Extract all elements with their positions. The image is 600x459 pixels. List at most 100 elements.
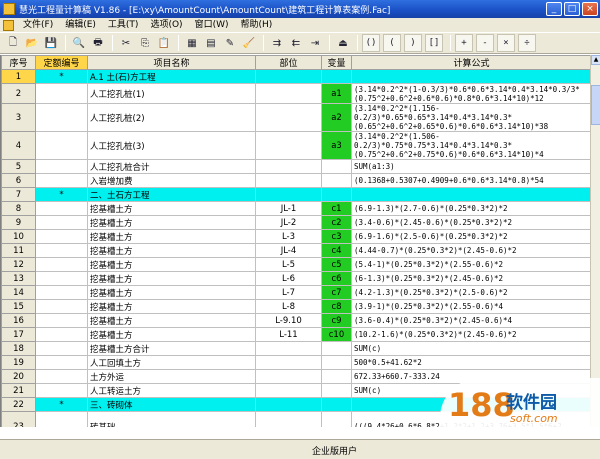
formula-cell[interactable]: (10.2-1.6)*(0.25*0.3*2)*(2.45-0.6)*2 — [351, 327, 590, 342]
variable-cell[interactable]: a3 — [321, 131, 352, 160]
scroll-up-icon[interactable]: ▲ — [591, 55, 600, 65]
table-row[interactable]: 10 挖基槽土方 L-3 c3 (6.9-1.6)*(2.5-0.6)*(0.25*0.… — [1, 229, 590, 244]
formula-cell[interactable]: (5.4-1)*(0.25*0.3*2)*(2.55-0.6)*2 — [351, 257, 590, 272]
item-name-cell[interactable]: 人工挖孔桩合计 — [87, 159, 256, 174]
position-cell[interactable]: L-3 — [255, 229, 322, 244]
variable-cell[interactable] — [321, 383, 352, 398]
insert-left-paren-button[interactable]: ( — [383, 34, 401, 52]
item-name-cell[interactable]: 挖基槽土方 — [87, 243, 256, 258]
variable-cell[interactable] — [321, 411, 352, 427]
column-header-code[interactable]: 定额编号 — [35, 55, 88, 70]
quota-code-cell[interactable] — [35, 411, 88, 427]
position-cell[interactable] — [255, 159, 322, 174]
quota-code-cell[interactable] — [35, 131, 88, 160]
table-row[interactable]: 19 人工回填土方 500*0.5+41.62*2 — [1, 355, 590, 370]
quota-code-cell[interactable] — [35, 299, 88, 314]
append-row-icon[interactable]: ⇥ — [306, 34, 324, 52]
position-cell[interactable] — [255, 69, 322, 84]
formula-cell[interactable]: (3.14*0.2^2*(1.156-0.2/3)*0.65*0.65*3.14… — [351, 103, 590, 132]
paste-icon[interactable]: 📋 — [155, 34, 173, 52]
variable-cell[interactable] — [321, 355, 352, 370]
table-row[interactable]: 15 挖基槽土方 L-8 c8 (3.9-1)*(0.25*0.3*2)*(2.55-0… — [1, 299, 590, 314]
variable-cell[interactable] — [321, 187, 352, 202]
position-cell[interactable]: L-11 — [255, 327, 322, 342]
quota-code-cell[interactable] — [35, 243, 88, 258]
position-cell[interactable]: JL-4 — [255, 243, 322, 258]
calculate-icon[interactable]: ▤ — [202, 34, 220, 52]
print-preview-icon[interactable]: 🔍 — [70, 34, 88, 52]
table-row[interactable]: 18 挖基槽土方合计 SUM(c) — [1, 341, 590, 356]
quota-code-cell[interactable] — [35, 83, 88, 104]
position-cell[interactable]: JL-1 — [255, 201, 322, 216]
copy-icon[interactable]: ⎘ — [136, 34, 154, 52]
item-name-cell[interactable]: 人工挖孔桩(3) — [87, 131, 256, 160]
quota-code-cell[interactable] — [35, 341, 88, 356]
print-icon[interactable]: 🖶 — [89, 34, 107, 52]
quota-code-cell[interactable] — [35, 327, 88, 342]
item-name-cell[interactable]: 挖基槽土方 — [87, 285, 256, 300]
clear-icon[interactable]: 🧹 — [240, 34, 258, 52]
menu-tools[interactable]: 工具(T) — [102, 18, 145, 32]
variable-cell[interactable]: a2 — [321, 103, 352, 132]
position-cell[interactable] — [255, 131, 322, 160]
item-name-cell[interactable]: 土方外运 — [87, 369, 256, 384]
insert-bracket-button[interactable]: [] — [425, 34, 443, 52]
insert-right-paren-button[interactable]: ) — [404, 34, 422, 52]
variable-cell[interactable] — [321, 341, 352, 356]
formula-cell[interactable]: (3.6-0.4)*(0.25*0.3*2)*(2.45-0.6)*4 — [351, 313, 590, 328]
open-folder-icon[interactable]: 📂 — [23, 34, 41, 52]
formula-cell[interactable]: SUM(c) — [351, 341, 590, 356]
divide-button[interactable]: ÷ — [518, 34, 536, 52]
position-cell[interactable] — [255, 369, 322, 384]
variable-cell[interactable]: c5 — [321, 257, 352, 272]
variable-cell[interactable] — [321, 173, 352, 188]
quota-code-cell[interactable] — [35, 313, 88, 328]
table-icon[interactable]: ▦ — [183, 34, 201, 52]
position-cell[interactable]: JL-2 — [255, 215, 322, 230]
formula-cell[interactable] — [351, 69, 590, 84]
plus-button[interactable]: + — [455, 34, 473, 52]
table-row[interactable]: 16 挖基槽土方 L-9.10 c9 (3.6-0.4)*(0.25*0.3*2)*(2… — [1, 313, 590, 328]
formula-cell[interactable]: (6-1.3)*(0.25*0.3*2)*(2.45-0.6)*2 — [351, 271, 590, 286]
save-icon[interactable]: 💾 — [42, 34, 60, 52]
formula-cell[interactable]: (3.4-0.6)*(2.45-0.6)*(0.25*0.3*2)*2 — [351, 215, 590, 230]
position-cell[interactable]: L-7 — [255, 285, 322, 300]
section-row[interactable]: 7 * 二、土石方工程 — [1, 187, 590, 202]
item-name-cell[interactable]: 挖基槽土方 — [87, 215, 256, 230]
variable-cell[interactable]: c8 — [321, 299, 352, 314]
item-name-cell[interactable]: 挖基槽土方 — [87, 327, 256, 342]
variable-cell[interactable]: c7 — [321, 285, 352, 300]
item-name-cell[interactable]: 挖基槽土方合计 — [87, 341, 256, 356]
item-name-cell[interactable]: A.1 土(石)方工程 — [87, 69, 256, 84]
table-row[interactable]: 9 挖基槽土方 JL-2 c2 (3.4-0.6)*(2.45-0.6)*(0.25*0… — [1, 215, 590, 230]
table-row[interactable]: 2 人工挖孔桩(1) a1 (3.14*0.2^2*(1-0.3/3)*0.6*0.6… — [1, 83, 590, 104]
table-row[interactable]: 3 人工挖孔桩(2) a2 (3.14*0.2^2*(1.156-0.2/3)*0.6… — [1, 103, 590, 132]
close-button[interactable]: × — [582, 2, 598, 16]
scroll-thumb[interactable] — [591, 85, 600, 125]
minus-button[interactable]: - — [476, 34, 494, 52]
quota-code-cell[interactable] — [35, 173, 88, 188]
exit-icon[interactable]: ⏏ — [334, 34, 352, 52]
item-name-cell[interactable]: 人工转运土方 — [87, 383, 256, 398]
table-row[interactable]: 17 挖基槽土方 L-11 c10 (10.2-1.6)*(0.25*0.3*2)*(2… — [1, 327, 590, 342]
variable-cell[interactable] — [321, 69, 352, 84]
item-name-cell[interactable]: 挖基槽土方 — [87, 271, 256, 286]
delete-row-icon[interactable]: ⇇ — [287, 34, 305, 52]
variable-cell[interactable] — [321, 369, 352, 384]
formula-cell[interactable]: (3.9-1)*(0.25*0.3*2)*(2.55-0.6)*4 — [351, 299, 590, 314]
menu-edit[interactable]: 编辑(E) — [59, 18, 102, 32]
quota-code-cell[interactable] — [35, 383, 88, 398]
table-row[interactable]: 14 挖基槽土方 L-7 c7 (4.2-1.3)*(0.25*0.3*2)*(2.5-… — [1, 285, 590, 300]
item-name-cell[interactable]: 砖基础 — [87, 411, 256, 427]
minimize-button[interactable]: _ — [546, 2, 562, 16]
position-cell[interactable] — [255, 103, 322, 132]
menu-window[interactable]: 窗口(W) — [189, 18, 235, 32]
formula-cell[interactable]: (4.2-1.3)*(0.25*0.3*2)*(2.5-0.6)*2 — [351, 285, 590, 300]
formula-cell[interactable]: (3.14*0.2^2*(1-0.3/3)*0.6*0.6*3.14*0.4*3… — [351, 83, 590, 104]
quota-code-cell[interactable] — [35, 257, 88, 272]
column-header-position[interactable]: 部位 — [255, 55, 322, 70]
formula-cell[interactable]: SUM(a1:3) — [351, 159, 590, 174]
quota-code-cell[interactable] — [35, 103, 88, 132]
position-cell[interactable]: L-9.10 — [255, 313, 322, 328]
insert-row-icon[interactable]: ⇉ — [268, 34, 286, 52]
